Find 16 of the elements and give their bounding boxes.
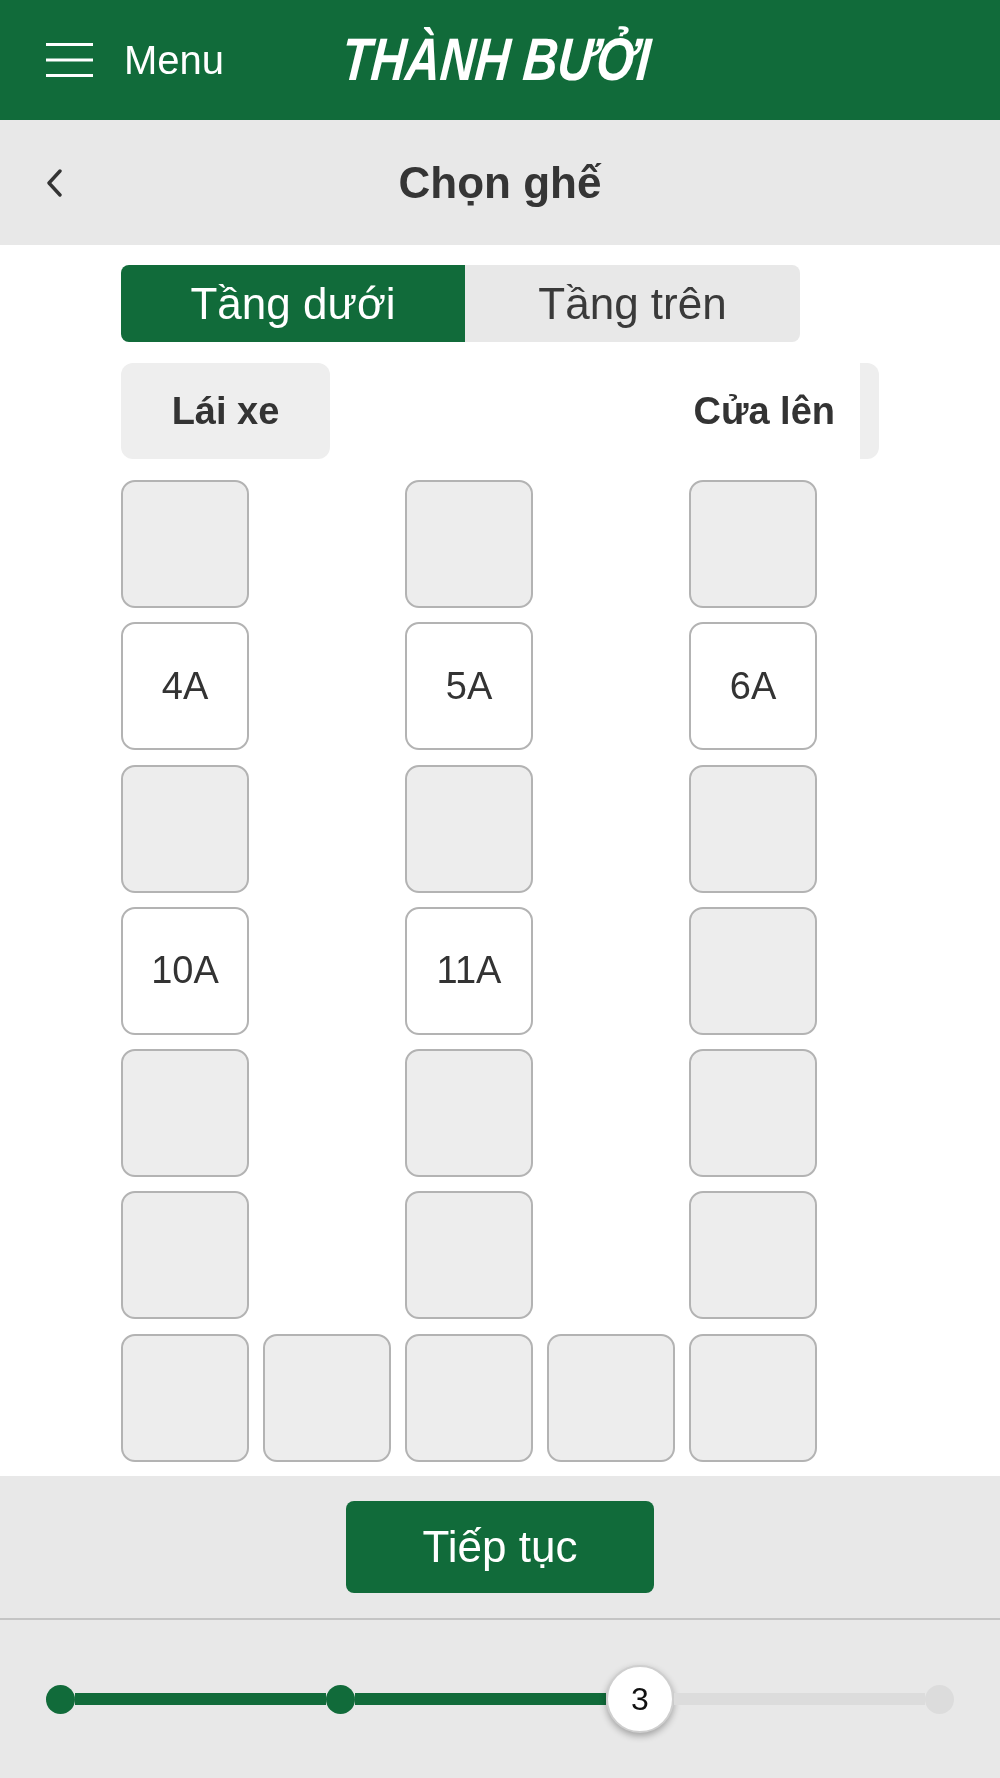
driver-label: Lái xe [121,363,330,459]
menu-icon [46,43,93,77]
continue-button[interactable]: Tiếp tục [346,1501,654,1593]
seat[interactable]: 4A [121,622,249,751]
deck-tab[interactable]: Tầng trên [465,265,800,342]
seat[interactable]: 6A [689,622,817,751]
seat[interactable]: 11A [405,906,533,1035]
door-label: Cửa lên [693,389,835,433]
seat[interactable]: 5A [405,622,533,751]
menu-button[interactable]: Menu [46,37,225,83]
deck-tab[interactable]: Tầng dưới [121,265,465,342]
current-step: 3 [606,1665,674,1733]
seat[interactable]: 10A [121,906,249,1035]
page-title: Chọn ghế [398,156,602,209]
brand-logo[interactable]: THÀNH BƯỞI [339,27,654,93]
back-icon[interactable] [45,168,63,197]
